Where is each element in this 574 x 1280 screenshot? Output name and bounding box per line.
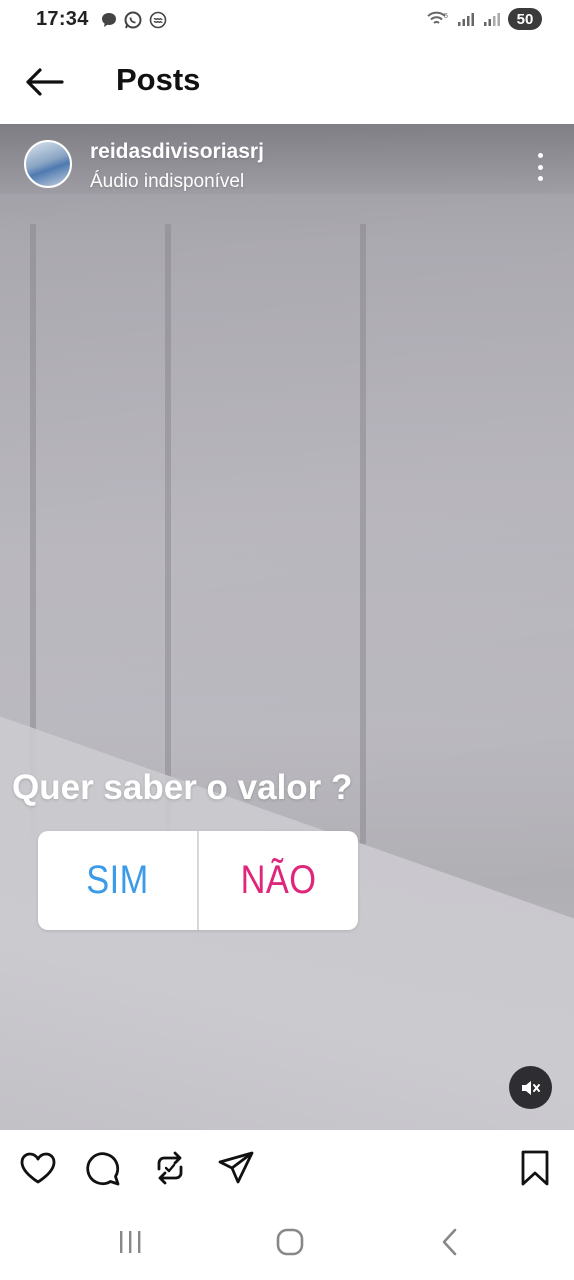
repost-icon: [157, 1151, 183, 1185]
post-author[interactable]: reidasdivisoriasrj Áudio indisponível: [24, 140, 264, 193]
poll-divider: [197, 831, 199, 930]
comment-icon: [86, 1152, 120, 1186]
dot: [537, 176, 543, 181]
share-button[interactable]: [216, 1148, 256, 1188]
panel-line: [360, 224, 366, 844]
poll-option-sim[interactable]: SIM: [49, 831, 186, 930]
home-button[interactable]: [268, 1224, 312, 1260]
arrow-left-icon: [26, 68, 64, 96]
post-media[interactable]: [0, 124, 574, 1130]
audio-status: Áudio indisponível: [90, 171, 245, 192]
bookmark-icon: [521, 1150, 549, 1186]
back-icon: [442, 1228, 457, 1256]
back-button[interactable]: [22, 62, 66, 102]
repost-button[interactable]: [150, 1148, 190, 1188]
notification-icon: [149, 11, 167, 29]
dot: [537, 164, 543, 170]
status-time: 17:34: [36, 8, 89, 30]
speaker-muted-icon: [521, 1080, 540, 1095]
whatsapp-icon: [124, 11, 142, 29]
save-button[interactable]: [515, 1148, 555, 1188]
recent-apps-icon: [120, 1231, 141, 1253]
notification-icons: [100, 10, 168, 30]
heart-icon: [20, 1152, 56, 1184]
poll-sticker: SIM NÃO: [38, 831, 358, 930]
wifi-icon: 5: [427, 11, 448, 24]
recent-apps-button[interactable]: [108, 1224, 152, 1260]
post-actions: [0, 1130, 574, 1206]
home-icon: [276, 1228, 304, 1256]
status-bar: 17:34 5 50: [0, 0, 574, 40]
like-button[interactable]: [18, 1148, 58, 1188]
app-header: Posts: [0, 40, 574, 124]
page-title: Posts: [116, 62, 201, 97]
nav-back-button[interactable]: [428, 1224, 472, 1260]
author-info: reidasdivisoriasrj Áudio indisponível: [90, 140, 264, 193]
message-bubble-icon: [102, 13, 116, 27]
poll-option-nao[interactable]: NÃO: [210, 831, 347, 930]
username[interactable]: reidasdivisoriasrj: [90, 140, 264, 164]
more-options-button[interactable]: [530, 150, 550, 184]
share-icon: [218, 1151, 254, 1184]
poll-question: Quer saber o valor ?: [12, 768, 353, 807]
svg-text:5: 5: [444, 13, 448, 20]
mute-button[interactable]: [509, 1066, 552, 1109]
signal-icon: [484, 13, 500, 26]
comment-button[interactable]: [82, 1148, 122, 1188]
avatar[interactable]: [24, 140, 72, 188]
system-nav-bar: [0, 1206, 574, 1280]
dot: [537, 153, 543, 158]
signal-icon: [458, 13, 474, 26]
battery-indicator: 50: [508, 8, 542, 30]
panel-line: [165, 224, 171, 844]
status-right: 5 50: [426, 8, 542, 30]
